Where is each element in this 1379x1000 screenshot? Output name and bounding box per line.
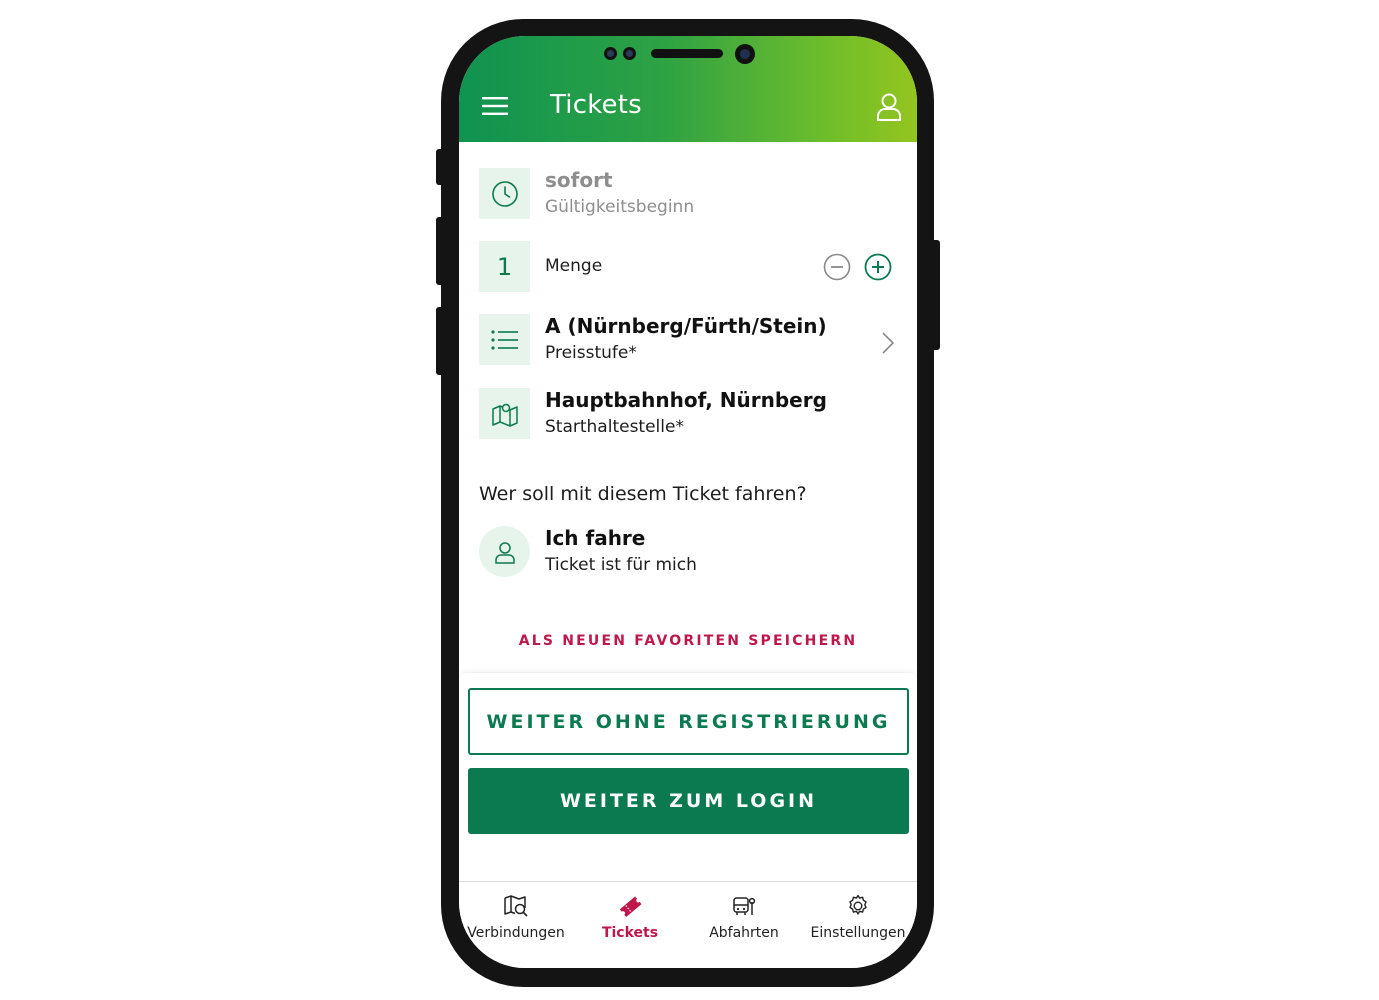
tab-label: Verbindungen [467, 925, 565, 941]
minus-circle-icon[interactable] [823, 253, 851, 281]
save-favorite-link[interactable]: ALS NEUEN FAVORITEN SPEICHERN [459, 633, 917, 649]
validity-label: Gültigkeitsbeginn [545, 197, 695, 217]
person-icon [494, 541, 515, 564]
bottom-tab-bar: Verbindungen Tickets Abfahrten Einstellu… [459, 881, 917, 968]
tab-abfahrten[interactable]: Abfahrten [687, 882, 801, 968]
start-stop-icon-box [479, 388, 530, 439]
tab-verbindungen[interactable]: Verbindungen [459, 882, 573, 968]
quantity-row: 1 Menge [479, 241, 899, 293]
sensor-dot [623, 47, 636, 60]
plus-circle-icon[interactable] [864, 253, 892, 281]
phone-volume-down [436, 307, 444, 375]
tab-tickets[interactable]: Tickets [573, 882, 687, 968]
quantity-label: Menge [545, 256, 603, 276]
tab-label: Tickets [601, 925, 659, 941]
validity-value: sofort [545, 168, 613, 192]
price-level-row[interactable]: A (Nürnberg/Fürth/Stein) Preisstufe* [479, 314, 899, 366]
chevron-right-icon [882, 332, 895, 354]
app-header: Tickets [459, 36, 917, 142]
clock-icon [491, 180, 518, 207]
tab-einstellungen[interactable]: Einstellungen [801, 882, 915, 968]
passenger-option-row[interactable]: Ich fahre Ticket ist für mich [479, 526, 899, 578]
app-screen: Tickets sofort Gültigkeitsbeginn 1 Menge [459, 36, 917, 968]
passenger-icon-box [479, 526, 530, 577]
continue-to-login-button[interactable]: WEITER ZUM LOGIN [468, 768, 909, 834]
speaker-grille [651, 49, 723, 58]
bus-stop-icon [733, 897, 756, 915]
phone-volume-up [436, 217, 444, 285]
price-level-label: Preisstufe* [545, 343, 637, 363]
passenger-option-title: Ich fahre [545, 526, 646, 550]
validity-icon-box [479, 168, 530, 219]
sensor-dot [604, 47, 617, 60]
start-stop-label: Starthaltestelle* [545, 417, 684, 437]
page-title: Tickets [550, 90, 642, 120]
hamburger-menu-icon[interactable] [482, 97, 508, 115]
start-stop-value: Hauptbahnhof, Nürnberg [545, 388, 827, 412]
map-icon [491, 403, 518, 427]
phone-mute-switch [436, 149, 444, 185]
ticket-icon [619, 896, 642, 918]
tab-label: Einstellungen [810, 925, 906, 941]
passenger-option-subtitle: Ticket ist für mich [545, 555, 697, 575]
phone-power-button [931, 240, 940, 350]
tab-label: Abfahrten [709, 925, 779, 941]
passenger-question: Wer soll mit diesem Ticket fahren? [479, 483, 807, 505]
user-profile-icon[interactable] [876, 93, 902, 121]
validity-start-row[interactable]: sofort Gültigkeitsbeginn [479, 168, 899, 220]
list-icon [490, 329, 518, 350]
continue-without-registration-button[interactable]: WEITER OHNE REGISTRIERUNG [468, 688, 909, 755]
start-stop-row[interactable]: Hauptbahnhof, Nürnberg Starthaltestelle* [479, 388, 899, 440]
price-level-icon-box [479, 314, 530, 365]
gear-icon [849, 894, 867, 915]
map-search-icon [504, 895, 528, 917]
quantity-value: 1 [496, 252, 513, 281]
quantity-value-box: 1 [479, 241, 530, 292]
price-level-value: A (Nürnberg/Fürth/Stein) [545, 314, 827, 338]
front-camera [735, 44, 755, 64]
